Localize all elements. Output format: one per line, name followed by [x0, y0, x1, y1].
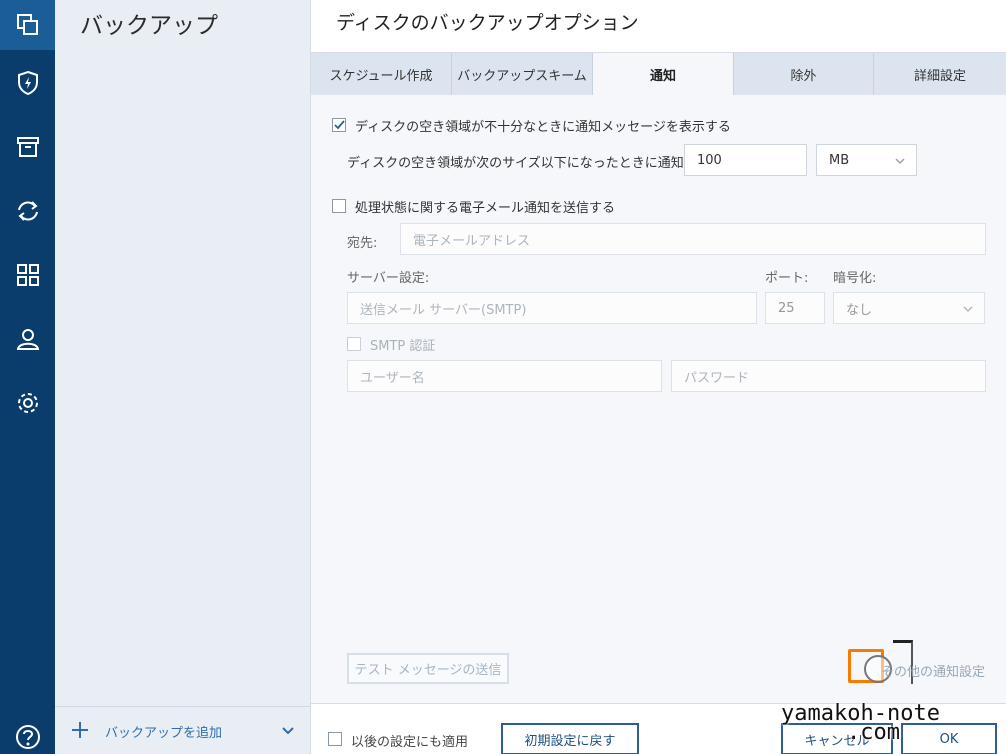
apply-future-label: 以後の設定にも適用 — [351, 735, 469, 750]
threshold-label: ディスクの空き領域が次のサイズ以下になったときに通知する: — [347, 156, 715, 171]
username-input[interactable]: ユーザー名 — [347, 360, 662, 392]
smtp-auth-label: SMTP 認証 — [370, 339, 436, 354]
tab-bar: スケジュール作成 バックアップスキーム 通知 除外 詳細設定 — [311, 52, 1006, 95]
tab-advanced[interactable]: 詳細設定 — [874, 53, 1006, 95]
password-input[interactable]: パスワード — [671, 360, 986, 392]
port-label: ポート: — [765, 271, 809, 286]
user-icon — [16, 329, 39, 350]
threshold-unit-select[interactable]: MB — [816, 144, 917, 176]
tab-notification[interactable]: 通知 — [593, 53, 734, 95]
icon-rail — [0, 0, 55, 754]
smtp-server-input[interactable]: 送信メール サーバー(SMTP) — [347, 292, 757, 324]
sidebar: バックアップ バックアップを追加 — [55, 0, 311, 754]
chevron-down-icon — [963, 306, 973, 313]
sync-icon — [17, 201, 38, 221]
grid-icon — [16, 264, 39, 286]
add-backup-label: バックアップを追加 — [105, 726, 223, 741]
tab-schedule[interactable]: スケジュール作成 — [311, 53, 452, 95]
email-notify-label: 処理状態に関する電子メール通知を送信する — [355, 201, 616, 216]
chevron-down-icon — [895, 158, 905, 165]
threshold-input[interactable]: 100 — [684, 144, 807, 176]
tab-exclusion[interactable]: 除外 — [734, 53, 874, 95]
rail-help[interactable] — [0, 712, 55, 754]
help-icon — [15, 725, 40, 749]
check-icon — [334, 120, 345, 130]
rail-account[interactable] — [0, 314, 55, 364]
add-backup-bar[interactable]: バックアップを追加 — [55, 706, 311, 754]
port-input[interactable]: 25 — [765, 292, 825, 324]
encryption-select[interactable]: なし — [833, 292, 985, 324]
server-settings-label: サーバー設定: — [347, 271, 430, 286]
smtp-auth-checkbox[interactable] — [347, 337, 361, 351]
rail-settings[interactable] — [0, 378, 55, 428]
threshold-unit-value: MB — [829, 152, 850, 168]
gear-icon — [17, 393, 38, 413]
other-notification-settings-link[interactable]: その他の通知設定 — [881, 661, 985, 680]
low-space-checkbox[interactable] — [332, 118, 346, 132]
dialog-footer: 以後の設定にも適用 初期設定に戻す キャンセル OK yamakoh-note … — [311, 703, 1006, 754]
dialog-title: ディスクのバックアップオプション — [336, 12, 639, 34]
shield-icon — [17, 70, 38, 96]
rail-backup[interactable] — [0, 0, 55, 50]
rail-tools[interactable] — [0, 250, 55, 300]
plus-icon — [72, 722, 88, 738]
rail-archive[interactable] — [0, 122, 55, 172]
encryption-value: なし — [846, 302, 873, 318]
chevron-down-icon[interactable] — [281, 723, 295, 737]
send-test-message-button[interactable]: テスト メッセージの送信 — [347, 653, 509, 684]
to-label: 宛先: — [347, 236, 378, 251]
reset-defaults-button[interactable]: 初期設定に戻す — [501, 723, 639, 754]
archive-icon — [16, 137, 39, 157]
low-space-label: ディスクの空き領域が不十分なときに通知メッセージを表示する — [355, 120, 731, 135]
tab-backup-scheme[interactable]: バックアップスキーム — [452, 53, 593, 95]
rail-sync[interactable] — [0, 186, 55, 236]
apply-future-checkbox[interactable] — [328, 732, 342, 746]
encryption-label: 暗号化: — [833, 271, 877, 286]
copy-icon — [16, 14, 38, 35]
rail-protection[interactable] — [0, 58, 55, 108]
notification-panel: ディスクの空き領域が不十分なときに通知メッセージを表示する ディスクの空き領域が… — [311, 95, 1006, 703]
site-watermark: yamakoh-note .com — [781, 703, 940, 744]
email-address-input[interactable]: 電子メールアドレス — [400, 223, 986, 255]
email-notify-checkbox[interactable] — [332, 199, 346, 213]
backup-options-dialog: ディスクのバックアップオプション スケジュール作成 バックアップスキーム 通知 … — [311, 0, 1006, 754]
sidebar-title: バックアップ — [80, 13, 218, 39]
